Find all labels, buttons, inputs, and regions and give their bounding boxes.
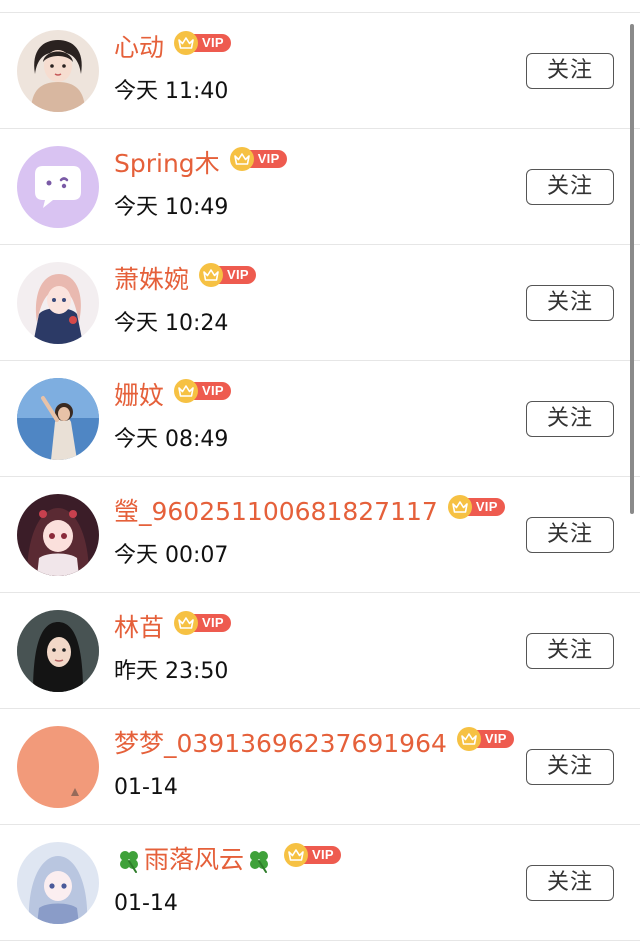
list-item[interactable]: 林苩 VIP 昨天 23:50 关注: [0, 593, 640, 709]
crown-icon: [284, 843, 309, 867]
crown-icon: [456, 727, 481, 751]
crown-icon: [447, 495, 472, 519]
vip-badge: VIP: [447, 495, 505, 519]
username[interactable]: 瑩_960251100681827117: [114, 494, 438, 530]
visit-time: 今天 10:49: [114, 195, 229, 220]
crown-icon: [174, 379, 199, 403]
crown-icon: [199, 263, 224, 287]
visit-time: 01-14: [114, 891, 178, 916]
username[interactable]: 姗妏: [114, 378, 164, 414]
follow-button[interactable]: 关注: [526, 517, 614, 553]
avatar[interactable]: [17, 146, 99, 228]
username[interactable]: Spring木: [114, 146, 220, 182]
avatar[interactable]: [17, 30, 99, 112]
vip-badge: VIP: [174, 379, 231, 403]
vip-badge: VIP: [174, 611, 231, 635]
visit-time: 今天 00:07: [114, 543, 229, 568]
avatar[interactable]: [17, 842, 99, 924]
vip-badge: VIP: [229, 147, 287, 171]
name-line: 心动 VIP: [114, 30, 231, 66]
avatar[interactable]: [17, 610, 99, 692]
list-item[interactable]: 姗妏 VIP 今天 08:49 关注: [0, 361, 640, 477]
name-line: Spring木 VIP: [114, 146, 287, 182]
list-item[interactable]: 雨落风云 VIP 01-14 关注: [0, 825, 640, 941]
avatar[interactable]: [17, 262, 99, 344]
vip-badge: VIP: [284, 843, 341, 867]
name-line: 梦梦_03913696237691964 VIP: [114, 726, 514, 762]
visit-time: 01-14: [114, 775, 178, 800]
follow-button[interactable]: 关注: [526, 865, 614, 901]
user-list: 心动 VIP 今天 11:40 关注 Spring木 VIP 今天 10:49 …: [0, 13, 640, 941]
name-line: 瑩_960251100681827117 VIP: [114, 494, 505, 530]
username[interactable]: 梦梦_03913696237691964: [114, 726, 447, 762]
list-item[interactable]: Spring木 VIP 今天 10:49 关注: [0, 129, 640, 245]
crown-icon: [229, 147, 254, 171]
follow-button[interactable]: 关注: [526, 401, 614, 437]
visit-time: 今天 11:40: [114, 79, 229, 104]
scrollbar[interactable]: [630, 24, 634, 514]
follow-button[interactable]: 关注: [526, 633, 614, 669]
avatar[interactable]: [17, 726, 99, 808]
avatar[interactable]: [17, 494, 99, 576]
vip-badge: VIP: [174, 31, 231, 55]
follow-button[interactable]: 关注: [526, 749, 614, 785]
list-item[interactable]: 心动 VIP 今天 11:40 关注: [0, 13, 640, 129]
list-item[interactable]: 梦梦_03913696237691964 VIP 01-14 关注: [0, 709, 640, 825]
list-item[interactable]: 萧姝婉 VIP 今天 10:24 关注: [0, 245, 640, 361]
visit-time: 今天 08:49: [114, 427, 229, 452]
list-item[interactable]: 瑩_960251100681827117 VIP 今天 00:07 关注: [0, 477, 640, 593]
vip-badge: VIP: [199, 263, 256, 287]
name-line: 姗妏 VIP: [114, 378, 231, 414]
name-line: 雨落风云 VIP: [114, 842, 341, 878]
follow-button[interactable]: 关注: [526, 285, 614, 321]
username[interactable]: 心动: [114, 30, 164, 66]
username[interactable]: 萧姝婉: [114, 262, 189, 298]
clover-icon: [116, 847, 142, 873]
username[interactable]: 林苩: [114, 610, 164, 646]
vip-badge: VIP: [456, 727, 514, 751]
username[interactable]: 雨落风云: [144, 842, 244, 878]
name-line: 林苩 VIP: [114, 610, 231, 646]
name-line: 萧姝婉 VIP: [114, 262, 256, 298]
follow-button[interactable]: 关注: [526, 53, 614, 89]
follow-button[interactable]: 关注: [526, 169, 614, 205]
visit-time: 今天 10:24: [114, 311, 229, 336]
crown-icon: [174, 31, 199, 55]
avatar[interactable]: [17, 378, 99, 460]
clover-icon: [246, 847, 272, 873]
visit-time: 昨天 23:50: [114, 659, 229, 684]
crown-icon: [174, 611, 199, 635]
